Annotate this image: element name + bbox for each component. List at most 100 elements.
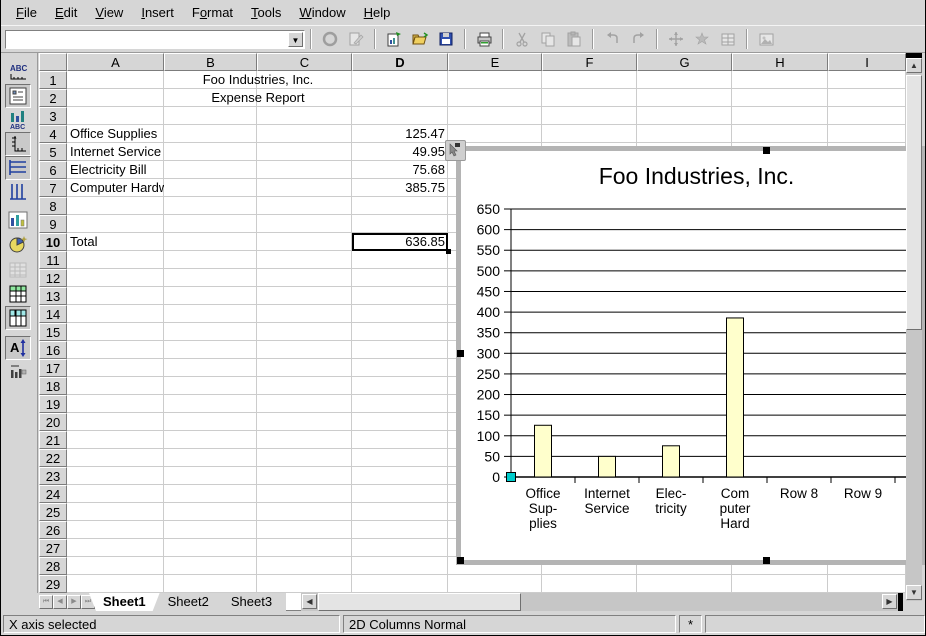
vertical-scroll-thumb[interactable] (906, 75, 922, 330)
chart-title[interactable]: Foo Industries, Inc. (461, 163, 926, 190)
cell-text-A7[interactable]: Computer Hardware (67, 179, 164, 197)
cell-H3[interactable] (732, 107, 828, 125)
cell-E3[interactable] (448, 107, 542, 125)
bar-internet-service[interactable] (599, 456, 616, 477)
cell-D28[interactable] (352, 557, 448, 575)
y-axis-label-250[interactable]: 250 (477, 366, 501, 382)
horizontal-scroll-thumb[interactable] (318, 593, 521, 611)
row-header-3[interactable]: 3 (39, 107, 67, 125)
menu-format[interactable]: Format (183, 2, 242, 23)
y-axis-label-450[interactable]: 450 (477, 283, 501, 299)
cell-B6[interactable] (164, 161, 257, 179)
new-document-icon[interactable] (382, 27, 406, 51)
scroll-up-icon[interactable]: ▲ (906, 58, 922, 73)
column-header-C[interactable]: C (257, 53, 352, 71)
cell-A13[interactable] (67, 287, 164, 305)
y-axis-label-100[interactable]: 100 (477, 428, 501, 444)
y-axis-label-300[interactable]: 300 (477, 345, 501, 361)
y-axis-label-500[interactable]: 500 (477, 263, 501, 279)
cell-C9[interactable] (257, 215, 352, 233)
cell-B20[interactable] (164, 413, 257, 431)
row-header-28[interactable]: 28 (39, 557, 67, 575)
cell-H4[interactable] (732, 125, 828, 143)
cell-B15[interactable] (164, 323, 257, 341)
legend-on-off-icon[interactable] (5, 84, 31, 108)
y-axis-label-650[interactable]: 650 (477, 201, 501, 217)
cell-A29[interactable] (67, 575, 164, 593)
cell-B18[interactable] (164, 377, 257, 395)
print-icon[interactable] (472, 27, 496, 51)
reorganize-chart-icon[interactable] (5, 360, 31, 384)
cell-text-D5[interactable]: 49.95 (352, 143, 448, 161)
cell-C3[interactable] (257, 107, 352, 125)
y-axis-label-150[interactable]: 150 (477, 407, 501, 423)
cell-I29[interactable] (828, 575, 906, 593)
cell-F2[interactable] (542, 89, 637, 107)
cell-A2[interactable] (67, 89, 164, 107)
chart-resize-handle-bottom-left[interactable] (457, 557, 464, 564)
row-header-14[interactable]: 14 (39, 305, 67, 323)
cell-D1[interactable] (352, 71, 448, 89)
row-header-25[interactable]: 25 (39, 503, 67, 521)
x-axis-selection-handle[interactable] (507, 473, 516, 482)
chart-plot[interactable]: 050100150200250300350400450500550600650O… (461, 151, 922, 560)
scroll-down-icon[interactable]: ▼ (906, 585, 922, 600)
cell-A9[interactable] (67, 215, 164, 233)
bar-electricity[interactable] (663, 446, 680, 477)
cell-B9[interactable] (164, 215, 257, 233)
cell-A19[interactable] (67, 395, 164, 413)
cell-C19[interactable] (257, 395, 352, 413)
row-header-21[interactable]: 21 (39, 431, 67, 449)
cell-D14[interactable] (352, 305, 448, 323)
y-axis-label-200[interactable]: 200 (477, 387, 501, 403)
cell-D19[interactable] (352, 395, 448, 413)
url-dropdown-arrow-icon[interactable]: ▼ (288, 32, 303, 47)
cell-A24[interactable] (67, 485, 164, 503)
cell-B19[interactable] (164, 395, 257, 413)
x-axis-category-label[interactable]: Com (721, 486, 750, 501)
cell-B4[interactable] (164, 125, 257, 143)
row-header-13[interactable]: 13 (39, 287, 67, 305)
horizontal-grid-on-off-icon[interactable] (5, 156, 31, 180)
cell-D9[interactable] (352, 215, 448, 233)
cell-B23[interactable] (164, 467, 257, 485)
cell-text-A4[interactable]: Office Supplies (67, 125, 164, 143)
cell-D17[interactable] (352, 359, 448, 377)
y-axis-label-50[interactable]: 50 (484, 448, 500, 464)
cell-C7[interactable] (257, 179, 352, 197)
row-header-2[interactable]: 2 (39, 89, 67, 107)
cell-B21[interactable] (164, 431, 257, 449)
menu-tools[interactable]: Tools (242, 2, 290, 23)
open-icon[interactable] (408, 27, 432, 51)
cell-C4[interactable] (257, 125, 352, 143)
cell-C15[interactable] (257, 323, 352, 341)
cell-B14[interactable] (164, 305, 257, 323)
row-header-22[interactable]: 22 (39, 449, 67, 467)
cell-I4[interactable] (828, 125, 906, 143)
row-header-17[interactable]: 17 (39, 359, 67, 377)
x-axis-category-label[interactable]: plies (529, 516, 557, 531)
cell-D23[interactable] (352, 467, 448, 485)
cell-A21[interactable] (67, 431, 164, 449)
y-axis-label-350[interactable]: 350 (477, 325, 501, 341)
cell-D18[interactable] (352, 377, 448, 395)
cell-A12[interactable] (67, 269, 164, 287)
cell-D27[interactable] (352, 539, 448, 557)
row-header-27[interactable]: 27 (39, 539, 67, 557)
cell-B29[interactable] (164, 575, 257, 593)
menu-view[interactable]: View (86, 2, 132, 23)
x-axis-category-label[interactable]: Row 9 (844, 486, 882, 501)
cell-G2[interactable] (637, 89, 732, 107)
cell-text-A6[interactable]: Electricity Bill (67, 161, 164, 179)
sheet-tab-sheet2[interactable]: Sheet2 (154, 593, 223, 611)
cell-D20[interactable] (352, 413, 448, 431)
cell-text-D6[interactable]: 75.68 (352, 161, 448, 179)
row-header-20[interactable]: 20 (39, 413, 67, 431)
x-axis-category-label[interactable]: Row 8 (780, 486, 818, 501)
cell-C22[interactable] (257, 449, 352, 467)
data-in-rows-icon[interactable] (5, 282, 31, 306)
vertical-split-handle[interactable] (906, 53, 922, 58)
x-axis-category-label[interactable]: Internet (584, 486, 630, 501)
cell-D29[interactable] (352, 575, 448, 593)
row-header-19[interactable]: 19 (39, 395, 67, 413)
